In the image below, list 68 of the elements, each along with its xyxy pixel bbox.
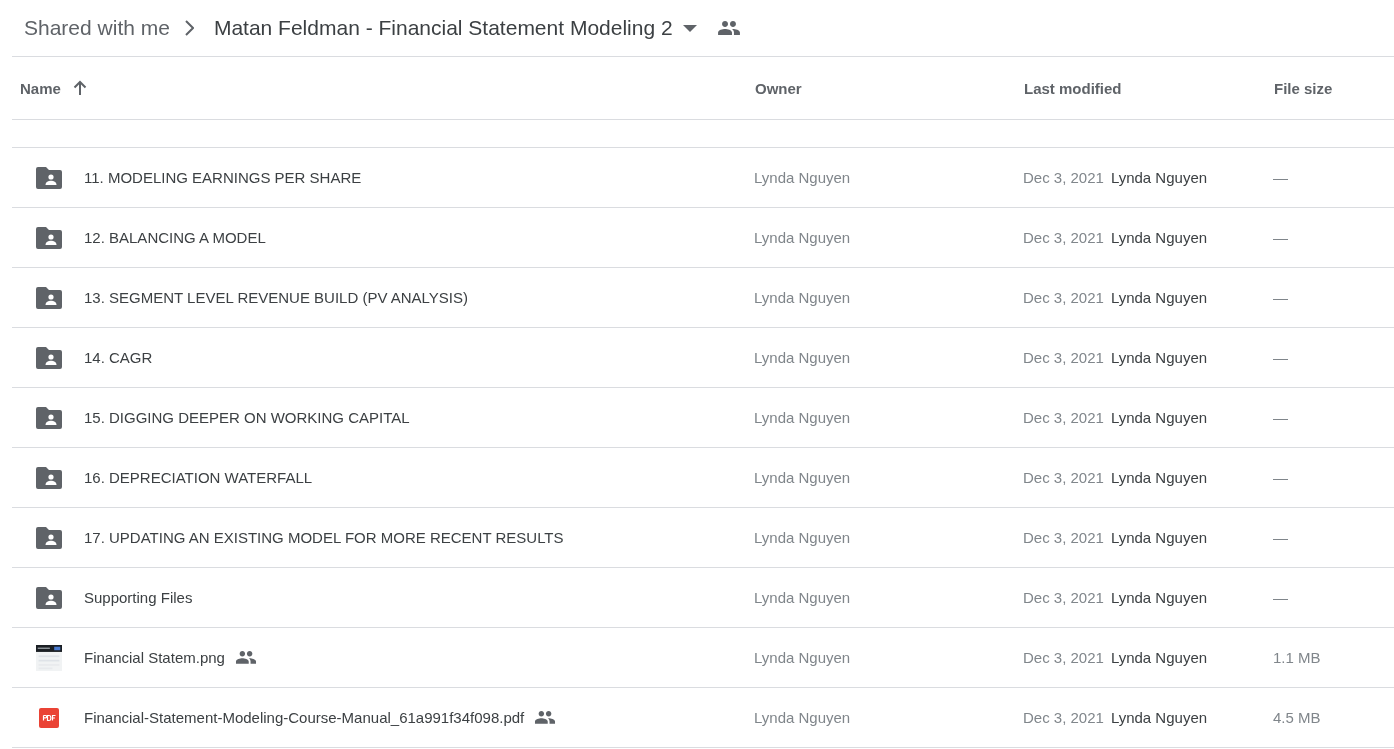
dropdown-caret-icon[interactable] xyxy=(682,24,697,32)
file-size: — xyxy=(1273,168,1288,186)
shared-folder-icon xyxy=(36,226,62,249)
file-name[interactable]: 16. DEPRECIATION WATERFALL xyxy=(84,469,313,486)
shared-folder-icon xyxy=(36,286,62,309)
shared-folder-icon xyxy=(36,346,62,369)
owner-name: Lynda Nguyen xyxy=(754,348,851,366)
modified-date: Dec 3, 2021 xyxy=(1023,709,1104,726)
modified-by: Lynda Nguyen xyxy=(1110,289,1208,306)
modified-by: Lynda Nguyen xyxy=(1110,649,1208,666)
file-name[interactable]: 15. DIGGING DEEPER ON WORKING CAPITAL xyxy=(84,409,410,426)
modified-by: Lynda Nguyen xyxy=(1110,709,1208,726)
file-name[interactable]: Financial Statem.png xyxy=(84,649,225,666)
file-size: 1.1 MB xyxy=(1273,648,1321,666)
modified-date: Dec 3, 2021 xyxy=(1023,649,1104,666)
current-folder-title[interactable]: Matan Feldman - Financial Statement Modeling 2 xyxy=(213,16,673,40)
shared-folder-icon xyxy=(36,466,62,489)
file-name[interactable]: 11. MODELING EARNINGS PER SHARE xyxy=(84,169,362,186)
owner-name: Lynda Nguyen xyxy=(754,228,851,246)
modified-date: Dec 3, 2021 xyxy=(1023,169,1104,186)
chevron-right-icon xyxy=(183,20,194,36)
modified-date: Dec 3, 2021 xyxy=(1023,349,1104,366)
file-size: — xyxy=(1273,588,1288,606)
file-size: — xyxy=(1273,288,1288,306)
file-size: — xyxy=(1273,528,1288,546)
column-header[interactable]: Last modified xyxy=(1024,79,1122,97)
column-header[interactable]: File size xyxy=(1274,79,1333,97)
modified-by: Lynda Nguyen xyxy=(1110,529,1208,546)
breadcrumb-link[interactable]: Shared with me xyxy=(24,16,170,40)
file-size: 4.5 MB xyxy=(1273,708,1321,726)
owner-name: Lynda Nguyen xyxy=(754,528,851,546)
shared-folder-icon xyxy=(36,166,62,189)
modified-by: Lynda Nguyen xyxy=(1110,349,1208,366)
file-name[interactable]: 12. BALANCING A MODEL xyxy=(84,229,266,246)
modified-by: Lynda Nguyen xyxy=(1110,409,1208,426)
file-name[interactable]: 13. SEGMENT LEVEL REVENUE BUILD (PV ANALYSIS) xyxy=(84,289,469,306)
file-size: — xyxy=(1273,468,1288,486)
file-name[interactable]: Supporting Files xyxy=(84,589,193,606)
modified-date: Dec 3, 2021 xyxy=(1023,229,1104,246)
file-size: — xyxy=(1273,228,1288,246)
owner-name: Lynda Nguyen xyxy=(754,468,851,486)
owner-name: Lynda Nguyen xyxy=(754,168,851,186)
column-header[interactable]: Owner xyxy=(755,79,802,97)
file-name[interactable]: Financial-Statement-Modeling-Course-Manual_61a991f34f098.pdf xyxy=(84,709,525,726)
shared-folder-icon xyxy=(36,526,62,549)
file-name[interactable]: 17. UPDATING AN EXISTING MODEL FOR MORE RECENT RESULTS xyxy=(84,529,564,546)
shared-folder-icon xyxy=(36,586,62,609)
sort-up-arrow-icon[interactable] xyxy=(72,80,87,96)
file-name[interactable]: 14. CAGR xyxy=(84,349,153,366)
modified-by: Lynda Nguyen xyxy=(1110,469,1208,486)
modified-date: Dec 3, 2021 xyxy=(1023,469,1104,486)
modified-date: Dec 3, 2021 xyxy=(1023,529,1104,546)
column-header[interactable]: Name xyxy=(20,79,61,97)
modified-date: Dec 3, 2021 xyxy=(1023,589,1104,606)
pdf-file-icon xyxy=(39,707,59,728)
modified-by: Lynda Nguyen xyxy=(1110,169,1208,186)
file-size: — xyxy=(1273,348,1288,366)
owner-name: Lynda Nguyen xyxy=(754,588,851,606)
modified-date: Dec 3, 2021 xyxy=(1023,409,1104,426)
owner-name: Lynda Nguyen xyxy=(754,288,851,306)
modified-date: Dec 3, 2021 xyxy=(1023,289,1104,306)
owner-name: Lynda Nguyen xyxy=(754,708,851,726)
shared-folder-icon xyxy=(36,406,62,429)
modified-by: Lynda Nguyen xyxy=(1110,229,1208,246)
owner-name: Lynda Nguyen xyxy=(754,648,851,666)
owner-name: Lynda Nguyen xyxy=(754,408,851,426)
modified-by: Lynda Nguyen xyxy=(1110,589,1208,606)
file-size: — xyxy=(1273,408,1288,426)
